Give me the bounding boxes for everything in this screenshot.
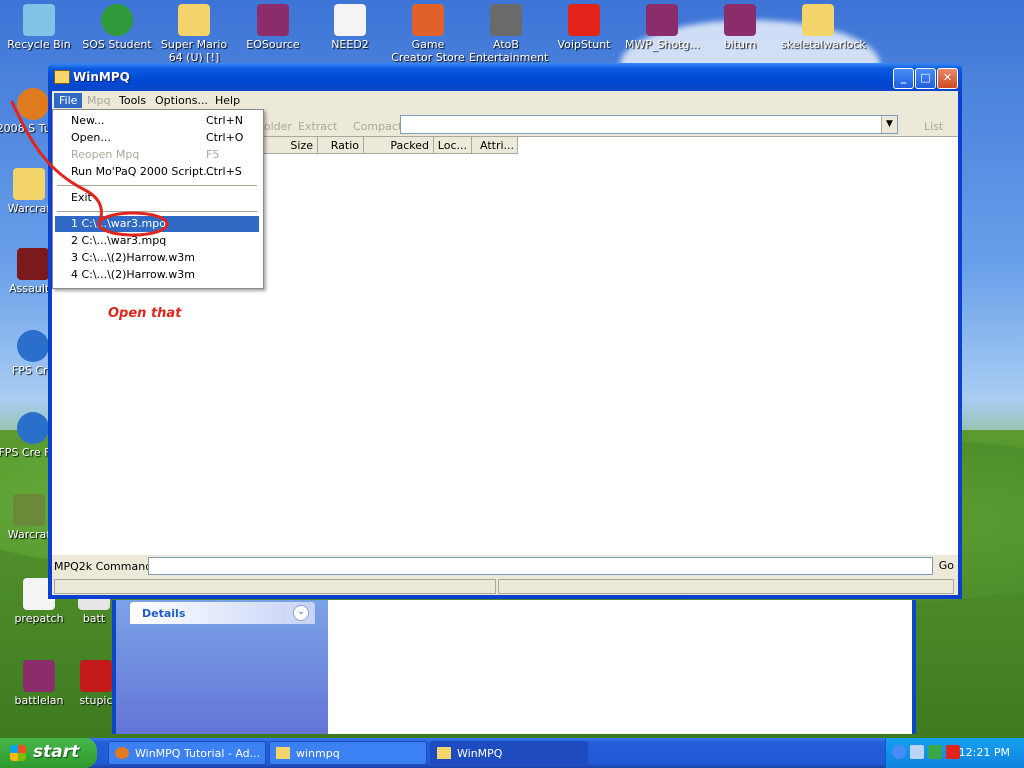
taskbar-item-winmpq-folder[interactable]: winmpq: [269, 741, 427, 765]
firefox-icon: [115, 747, 129, 759]
annotation-open-that: Open that: [108, 306, 182, 321]
network-icon[interactable]: [910, 745, 924, 759]
system-tray: 12:21 PM: [885, 738, 1024, 768]
chevron-left-icon[interactable]: [892, 745, 906, 759]
clock: 12:21 PM: [958, 746, 1010, 759]
taskbar-item-winmpq[interactable]: WinMPQ: [430, 741, 588, 765]
taskbar-item-label: WinMPQ: [457, 747, 503, 760]
security-shield-icon[interactable]: [928, 745, 942, 759]
winmpq-app-icon: [437, 747, 451, 759]
folder-icon: [276, 747, 290, 759]
taskbar: start WinMPQ Tutorial - Ad... winmpq Win…: [0, 738, 1024, 768]
taskbar-item-label: WinMPQ Tutorial - Ad...: [135, 747, 261, 760]
windows-logo-icon: [10, 745, 26, 761]
taskbar-item-label: winmpq: [296, 747, 340, 760]
start-label: start: [33, 742, 80, 762]
start-button[interactable]: start: [0, 738, 97, 768]
taskbar-item-firefox[interactable]: WinMPQ Tutorial - Ad...: [108, 741, 266, 765]
red-annotation-drawing: [10, 100, 169, 237]
